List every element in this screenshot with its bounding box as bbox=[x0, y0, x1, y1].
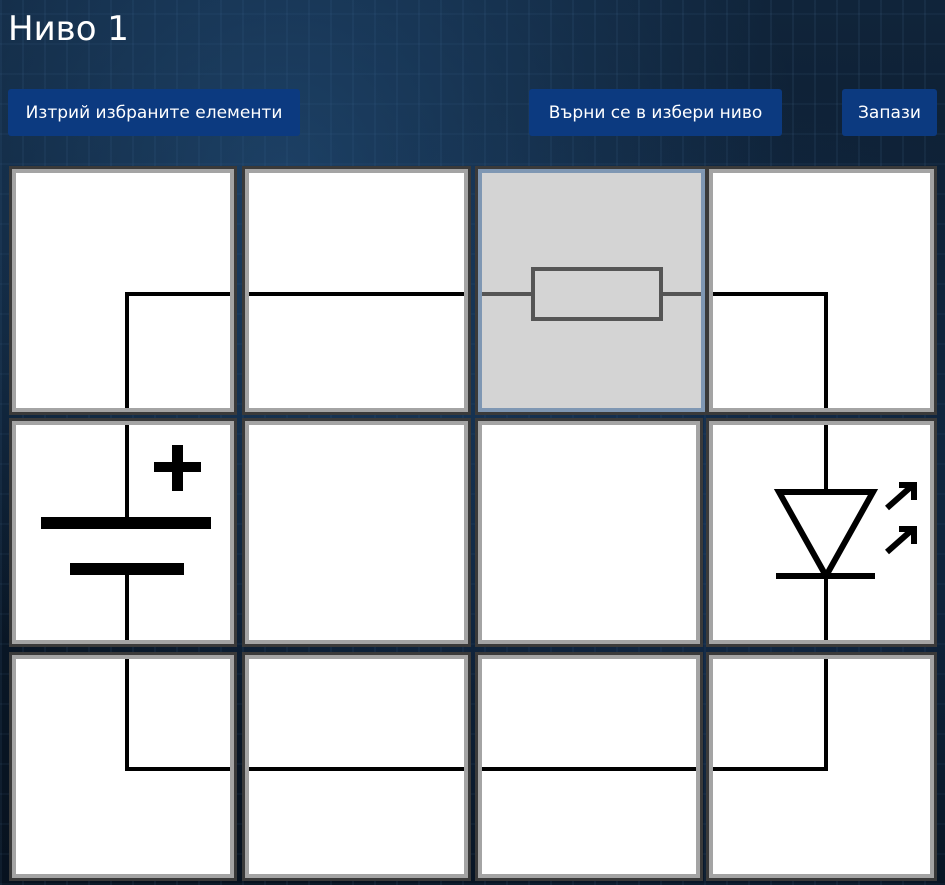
circuit-board bbox=[0, 0, 945, 885]
cell-led[interactable] bbox=[706, 418, 937, 647]
wire-horizontal-icon bbox=[482, 767, 696, 771]
cell-empty[interactable] bbox=[475, 418, 703, 647]
wire-horizontal-icon bbox=[249, 767, 464, 771]
wire-corner-icon bbox=[125, 292, 230, 408]
battery-icon bbox=[41, 425, 211, 640]
led-icon bbox=[773, 425, 917, 640]
cell-corner-wire[interactable] bbox=[9, 652, 237, 881]
cell-horizontal-wire[interactable] bbox=[242, 652, 471, 881]
cell-corner-wire[interactable] bbox=[706, 166, 937, 415]
wire-corner-icon bbox=[125, 659, 230, 771]
cell-corner-wire[interactable] bbox=[706, 652, 937, 881]
resistor-icon bbox=[482, 267, 701, 321]
wire-horizontal-icon bbox=[249, 292, 464, 296]
cell-battery[interactable] bbox=[9, 418, 237, 647]
cell-horizontal-wire[interactable] bbox=[242, 166, 471, 415]
cell-corner-wire[interactable] bbox=[9, 166, 237, 415]
cell-resistor[interactable] bbox=[475, 166, 708, 415]
cell-horizontal-wire[interactable] bbox=[475, 652, 703, 881]
wire-corner-icon bbox=[713, 659, 828, 771]
wire-corner-icon bbox=[713, 292, 828, 408]
cell-empty[interactable] bbox=[242, 418, 471, 647]
